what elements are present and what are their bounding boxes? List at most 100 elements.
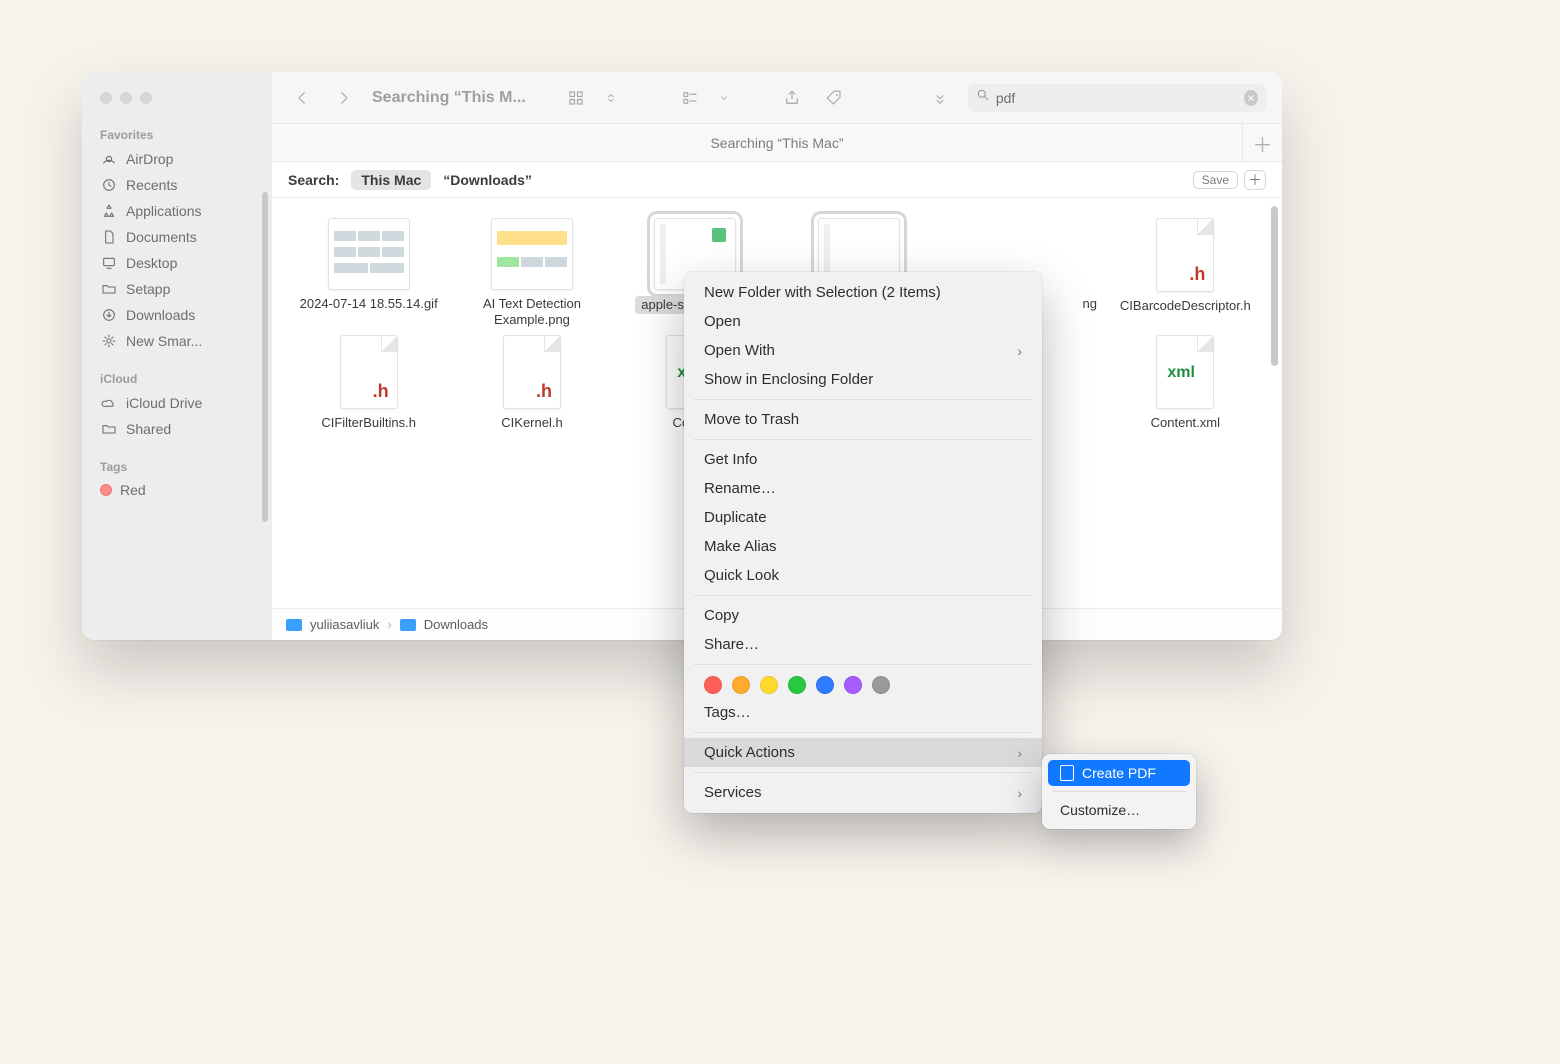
sidebar-item-new-smart[interactable]: New Smar...	[82, 328, 272, 354]
chevron-right-icon: ›	[387, 617, 391, 632]
back-button[interactable]	[288, 84, 316, 112]
cm-open-with[interactable]: Open With›	[684, 336, 1042, 365]
search-scope-bar: Search: This Mac “Downloads” Save ＋	[272, 162, 1282, 198]
file-name: 2024-07-14 18.55.14.gif	[300, 296, 438, 312]
sidebar-item-airdrop[interactable]: AirDrop	[82, 146, 272, 172]
context-menu: New Folder with Selection (2 Items) Open…	[684, 272, 1042, 813]
tag-color-yellow[interactable]	[760, 676, 778, 694]
cm-copy[interactable]: Copy	[684, 601, 1042, 630]
scope-downloads[interactable]: “Downloads”	[443, 172, 532, 188]
sm-create-pdf[interactable]: Create PDF	[1048, 760, 1190, 786]
close-window-button[interactable]	[100, 92, 112, 104]
menu-separator	[694, 772, 1032, 773]
finder-window: Favorites AirDrop Recents Applications D…	[82, 72, 1282, 640]
desktop-icon	[100, 254, 118, 272]
sidebar-item-tag-red[interactable]: Red	[82, 478, 272, 502]
scope-this-mac[interactable]: This Mac	[351, 170, 431, 190]
sidebar-item-recents[interactable]: Recents	[82, 172, 272, 198]
chevron-right-icon: ›	[1017, 343, 1022, 359]
cm-show-enclosing[interactable]: Show in Enclosing Folder	[684, 365, 1042, 394]
zoom-window-button[interactable]	[140, 92, 152, 104]
cm-quick-look[interactable]: Quick Look	[684, 561, 1042, 590]
path-segment[interactable]: yuliiasavliuk	[310, 617, 379, 632]
downloads-icon	[100, 306, 118, 324]
file-item[interactable]: .h CIBarcodeDescriptor.h	[1107, 218, 1264, 329]
applications-icon	[100, 202, 118, 220]
cm-share[interactable]: Share…	[684, 630, 1042, 659]
clock-icon	[100, 176, 118, 194]
tag-color-gray[interactable]	[872, 676, 890, 694]
file-name: Content.xml	[1151, 415, 1220, 431]
add-criteria-button[interactable]: ＋	[1244, 170, 1266, 190]
cm-quick-actions[interactable]: Quick Actions›	[684, 738, 1042, 767]
sm-customize[interactable]: Customize…	[1048, 797, 1190, 823]
file-item[interactable]: xml Content.xml	[1107, 335, 1264, 431]
clear-search-button[interactable]	[1244, 90, 1258, 106]
path-segment[interactable]: Downloads	[424, 617, 488, 632]
menu-separator	[1052, 791, 1186, 792]
content-scrollbar[interactable]	[1271, 206, 1278, 366]
sidebar-scrollbar[interactable]	[262, 192, 268, 522]
cm-new-folder-selection[interactable]: New Folder with Selection (2 Items)	[684, 278, 1042, 307]
minimize-window-button[interactable]	[120, 92, 132, 104]
group-by-button[interactable]	[676, 84, 704, 112]
cm-services[interactable]: Services›	[684, 778, 1042, 807]
window-title: Searching “This M...	[372, 89, 526, 107]
chevron-down-icon[interactable]	[718, 84, 730, 112]
menu-separator	[694, 664, 1032, 665]
share-button[interactable]	[778, 84, 806, 112]
scope-label: Search:	[288, 172, 339, 188]
view-switch-stepper[interactable]	[604, 84, 618, 112]
cm-move-to-trash[interactable]: Move to Trash	[684, 405, 1042, 434]
cm-make-alias[interactable]: Make Alias	[684, 532, 1042, 561]
sidebar-item-shared[interactable]: Shared	[82, 416, 272, 442]
chevron-right-icon: ›	[1017, 785, 1022, 801]
sidebar-item-applications[interactable]: Applications	[82, 198, 272, 224]
cm-get-info[interactable]: Get Info	[684, 445, 1042, 474]
sidebar-item-desktop[interactable]: Desktop	[82, 250, 272, 276]
window-controls	[82, 72, 272, 118]
gear-icon	[100, 332, 118, 350]
sidebar-item-icloud-drive[interactable]: iCloud Drive	[82, 390, 272, 416]
view-icon-grid-button[interactable]	[562, 84, 590, 112]
file-thumbnail: .h	[503, 335, 561, 409]
cm-tags[interactable]: Tags…	[684, 698, 1042, 727]
file-thumbnail	[328, 218, 410, 290]
file-name: CIBarcodeDescriptor.h	[1120, 298, 1251, 314]
new-tab-button[interactable]: ＋	[1242, 124, 1282, 162]
forward-button[interactable]	[330, 84, 358, 112]
file-item[interactable]: 2024-07-14 18.55.14.gif	[290, 218, 447, 329]
sidebar-item-setapp[interactable]: Setapp	[82, 276, 272, 302]
document-icon	[100, 228, 118, 246]
file-thumbnail	[491, 218, 573, 290]
search-field-container	[968, 84, 1266, 112]
file-item[interactable]: AI Text Detection Example.png	[453, 218, 610, 329]
sidebar-item-documents[interactable]: Documents	[82, 224, 272, 250]
folder-icon	[100, 280, 118, 298]
cm-rename[interactable]: Rename…	[684, 474, 1042, 503]
file-item[interactable]: .h CIFilterBuiltins.h	[290, 335, 447, 431]
search-input[interactable]	[996, 90, 1238, 106]
folder-icon	[286, 619, 302, 631]
toolbar: Searching “This M...	[272, 72, 1282, 124]
file-name: AI Text Detection Example.png	[457, 296, 607, 329]
file-item[interactable]: .h CIKernel.h	[453, 335, 610, 431]
file-thumbnail: .h	[1156, 218, 1214, 292]
tag-color-orange[interactable]	[732, 676, 750, 694]
tags-button[interactable]	[820, 84, 848, 112]
tag-color-red[interactable]	[704, 676, 722, 694]
tag-color-purple[interactable]	[844, 676, 862, 694]
sidebar-item-downloads[interactable]: Downloads	[82, 302, 272, 328]
menu-separator	[694, 439, 1032, 440]
shared-folder-icon	[100, 420, 118, 438]
file-thumbnail: .h	[340, 335, 398, 409]
document-icon	[1060, 765, 1074, 781]
cm-duplicate[interactable]: Duplicate	[684, 503, 1042, 532]
sidebar-heading-icloud: iCloud	[82, 366, 272, 390]
tag-color-green[interactable]	[788, 676, 806, 694]
cm-open[interactable]: Open	[684, 307, 1042, 336]
toolbar-overflow-button[interactable]	[926, 84, 954, 112]
quick-actions-submenu: Create PDF Customize…	[1042, 754, 1196, 829]
save-search-button[interactable]: Save	[1193, 171, 1238, 189]
tag-color-blue[interactable]	[816, 676, 834, 694]
